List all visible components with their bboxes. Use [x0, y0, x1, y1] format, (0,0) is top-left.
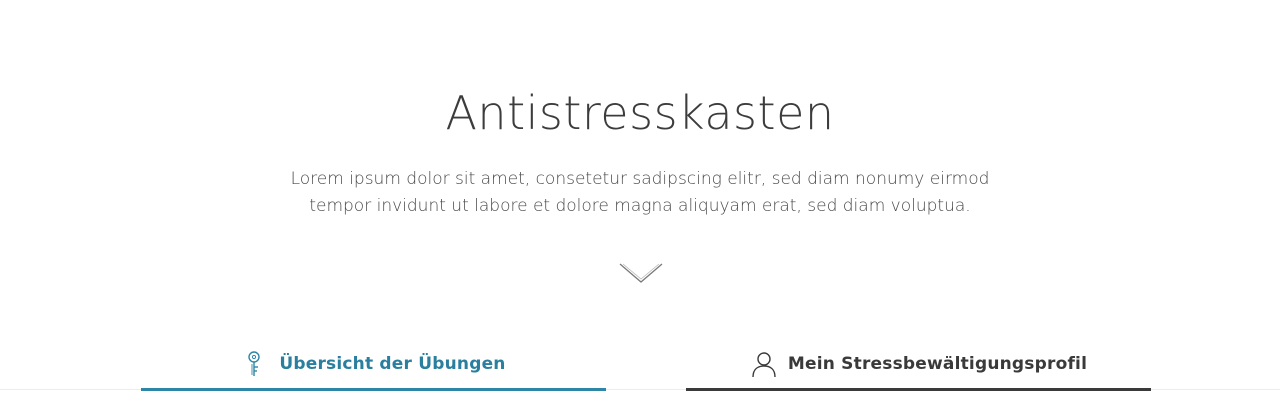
intro-line-1: Lorem ipsum dolor sit amet, consetetur s… [290, 169, 990, 189]
tab-exercise-overview[interactable]: Übersicht der Übungen [141, 340, 606, 391]
tab-stress-profile[interactable]: Mein Stressbewältigungsprofil [686, 340, 1151, 391]
page: Antistresskasten Lorem ipsum dolor sit a… [0, 0, 1280, 419]
chevron-down-icon [619, 263, 663, 283]
key-icon [248, 351, 261, 376]
tab-stress-profile-label: Mein Stressbewältigungsprofil [787, 354, 1088, 374]
intro-text: Lorem ipsum dolor sit amet, consetetur s… [290, 166, 990, 220]
scroll-down-button[interactable] [617, 259, 665, 287]
user-icon [752, 352, 776, 378]
tab-exercise-overview-label: Übersicht der Übungen [279, 354, 506, 374]
page-title: Antistresskasten [445, 86, 835, 140]
intro-line-2: tempor invidunt ut labore et dolore magn… [309, 196, 971, 216]
